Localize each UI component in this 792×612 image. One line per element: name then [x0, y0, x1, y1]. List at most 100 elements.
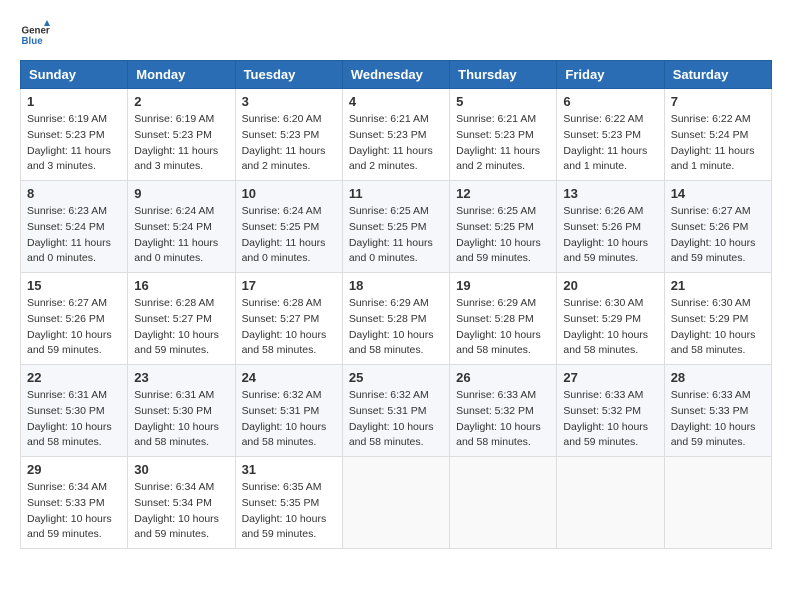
day-cell-31: 31 Sunrise: 6:35 AM Sunset: 5:35 PM Dayl… — [235, 457, 342, 549]
day-cell-23: 23 Sunrise: 6:31 AM Sunset: 5:30 PM Dayl… — [128, 365, 235, 457]
day-cell-11: 11 Sunrise: 6:25 AM Sunset: 5:25 PM Dayl… — [342, 181, 449, 273]
header-saturday: Saturday — [664, 61, 771, 89]
day-info: Sunrise: 6:21 AM Sunset: 5:23 PM Dayligh… — [349, 112, 443, 175]
day-number: 11 — [349, 186, 443, 201]
day-info: Sunrise: 6:25 AM Sunset: 5:25 PM Dayligh… — [456, 204, 550, 267]
day-number: 26 — [456, 370, 550, 385]
calendar-week-5: 29 Sunrise: 6:34 AM Sunset: 5:33 PM Dayl… — [21, 457, 772, 549]
day-number: 15 — [27, 278, 121, 293]
day-cell-22: 22 Sunrise: 6:31 AM Sunset: 5:30 PM Dayl… — [21, 365, 128, 457]
day-cell-20: 20 Sunrise: 6:30 AM Sunset: 5:29 PM Dayl… — [557, 273, 664, 365]
day-info: Sunrise: 6:34 AM Sunset: 5:33 PM Dayligh… — [27, 480, 121, 543]
header-monday: Monday — [128, 61, 235, 89]
day-info: Sunrise: 6:33 AM Sunset: 5:32 PM Dayligh… — [563, 388, 657, 451]
day-cell-7: 7 Sunrise: 6:22 AM Sunset: 5:24 PM Dayli… — [664, 89, 771, 181]
header-tuesday: Tuesday — [235, 61, 342, 89]
day-number: 10 — [242, 186, 336, 201]
day-number: 13 — [563, 186, 657, 201]
day-cell-9: 9 Sunrise: 6:24 AM Sunset: 5:24 PM Dayli… — [128, 181, 235, 273]
day-info: Sunrise: 6:32 AM Sunset: 5:31 PM Dayligh… — [242, 388, 336, 451]
day-number: 1 — [27, 94, 121, 109]
day-number: 18 — [349, 278, 443, 293]
day-number: 17 — [242, 278, 336, 293]
day-number: 4 — [349, 94, 443, 109]
day-info: Sunrise: 6:28 AM Sunset: 5:27 PM Dayligh… — [242, 296, 336, 359]
day-info: Sunrise: 6:29 AM Sunset: 5:28 PM Dayligh… — [349, 296, 443, 359]
day-cell-5: 5 Sunrise: 6:21 AM Sunset: 5:23 PM Dayli… — [450, 89, 557, 181]
day-number: 5 — [456, 94, 550, 109]
day-number: 22 — [27, 370, 121, 385]
day-info: Sunrise: 6:27 AM Sunset: 5:26 PM Dayligh… — [671, 204, 765, 267]
day-number: 16 — [134, 278, 228, 293]
empty-cell — [342, 457, 449, 549]
svg-text:General: General — [22, 26, 51, 37]
day-info: Sunrise: 6:22 AM Sunset: 5:23 PM Dayligh… — [563, 112, 657, 175]
calendar-week-4: 22 Sunrise: 6:31 AM Sunset: 5:30 PM Dayl… — [21, 365, 772, 457]
day-info: Sunrise: 6:30 AM Sunset: 5:29 PM Dayligh… — [563, 296, 657, 359]
day-cell-16: 16 Sunrise: 6:28 AM Sunset: 5:27 PM Dayl… — [128, 273, 235, 365]
day-info: Sunrise: 6:27 AM Sunset: 5:26 PM Dayligh… — [27, 296, 121, 359]
day-cell-14: 14 Sunrise: 6:27 AM Sunset: 5:26 PM Dayl… — [664, 181, 771, 273]
day-info: Sunrise: 6:30 AM Sunset: 5:29 PM Dayligh… — [671, 296, 765, 359]
day-cell-10: 10 Sunrise: 6:24 AM Sunset: 5:25 PM Dayl… — [235, 181, 342, 273]
day-cell-1: 1 Sunrise: 6:19 AM Sunset: 5:23 PM Dayli… — [21, 89, 128, 181]
calendar-header-row: SundayMondayTuesdayWednesdayThursdayFrid… — [21, 61, 772, 89]
day-number: 31 — [242, 462, 336, 477]
day-info: Sunrise: 6:22 AM Sunset: 5:24 PM Dayligh… — [671, 112, 765, 175]
day-number: 28 — [671, 370, 765, 385]
day-cell-27: 27 Sunrise: 6:33 AM Sunset: 5:32 PM Dayl… — [557, 365, 664, 457]
day-info: Sunrise: 6:19 AM Sunset: 5:23 PM Dayligh… — [134, 112, 228, 175]
day-info: Sunrise: 6:21 AM Sunset: 5:23 PM Dayligh… — [456, 112, 550, 175]
day-cell-24: 24 Sunrise: 6:32 AM Sunset: 5:31 PM Dayl… — [235, 365, 342, 457]
day-cell-15: 15 Sunrise: 6:27 AM Sunset: 5:26 PM Dayl… — [21, 273, 128, 365]
day-number: 3 — [242, 94, 336, 109]
day-cell-26: 26 Sunrise: 6:33 AM Sunset: 5:32 PM Dayl… — [450, 365, 557, 457]
day-number: 29 — [27, 462, 121, 477]
day-info: Sunrise: 6:23 AM Sunset: 5:24 PM Dayligh… — [27, 204, 121, 267]
day-number: 25 — [349, 370, 443, 385]
day-cell-18: 18 Sunrise: 6:29 AM Sunset: 5:28 PM Dayl… — [342, 273, 449, 365]
day-number: 12 — [456, 186, 550, 201]
day-info: Sunrise: 6:24 AM Sunset: 5:24 PM Dayligh… — [134, 204, 228, 267]
day-info: Sunrise: 6:20 AM Sunset: 5:23 PM Dayligh… — [242, 112, 336, 175]
logo: General Blue — [20, 20, 50, 50]
day-info: Sunrise: 6:33 AM Sunset: 5:33 PM Dayligh… — [671, 388, 765, 451]
day-info: Sunrise: 6:26 AM Sunset: 5:26 PM Dayligh… — [563, 204, 657, 267]
day-info: Sunrise: 6:31 AM Sunset: 5:30 PM Dayligh… — [27, 388, 121, 451]
day-number: 14 — [671, 186, 765, 201]
calendar-week-1: 1 Sunrise: 6:19 AM Sunset: 5:23 PM Dayli… — [21, 89, 772, 181]
day-number: 21 — [671, 278, 765, 293]
header-friday: Friday — [557, 61, 664, 89]
day-info: Sunrise: 6:34 AM Sunset: 5:34 PM Dayligh… — [134, 480, 228, 543]
day-info: Sunrise: 6:19 AM Sunset: 5:23 PM Dayligh… — [27, 112, 121, 175]
day-number: 24 — [242, 370, 336, 385]
day-cell-29: 29 Sunrise: 6:34 AM Sunset: 5:33 PM Dayl… — [21, 457, 128, 549]
day-number: 7 — [671, 94, 765, 109]
day-info: Sunrise: 6:24 AM Sunset: 5:25 PM Dayligh… — [242, 204, 336, 267]
day-number: 30 — [134, 462, 228, 477]
day-cell-3: 3 Sunrise: 6:20 AM Sunset: 5:23 PM Dayli… — [235, 89, 342, 181]
day-cell-17: 17 Sunrise: 6:28 AM Sunset: 5:27 PM Dayl… — [235, 273, 342, 365]
empty-cell — [664, 457, 771, 549]
calendar-week-2: 8 Sunrise: 6:23 AM Sunset: 5:24 PM Dayli… — [21, 181, 772, 273]
day-info: Sunrise: 6:29 AM Sunset: 5:28 PM Dayligh… — [456, 296, 550, 359]
day-number: 2 — [134, 94, 228, 109]
day-info: Sunrise: 6:28 AM Sunset: 5:27 PM Dayligh… — [134, 296, 228, 359]
day-info: Sunrise: 6:25 AM Sunset: 5:25 PM Dayligh… — [349, 204, 443, 267]
day-cell-13: 13 Sunrise: 6:26 AM Sunset: 5:26 PM Dayl… — [557, 181, 664, 273]
day-cell-25: 25 Sunrise: 6:32 AM Sunset: 5:31 PM Dayl… — [342, 365, 449, 457]
day-cell-4: 4 Sunrise: 6:21 AM Sunset: 5:23 PM Dayli… — [342, 89, 449, 181]
day-cell-6: 6 Sunrise: 6:22 AM Sunset: 5:23 PM Dayli… — [557, 89, 664, 181]
header-thursday: Thursday — [450, 61, 557, 89]
day-number: 9 — [134, 186, 228, 201]
day-number: 20 — [563, 278, 657, 293]
day-cell-30: 30 Sunrise: 6:34 AM Sunset: 5:34 PM Dayl… — [128, 457, 235, 549]
empty-cell — [450, 457, 557, 549]
logo-icon: General Blue — [20, 20, 50, 50]
day-cell-21: 21 Sunrise: 6:30 AM Sunset: 5:29 PM Dayl… — [664, 273, 771, 365]
svg-text:Blue: Blue — [22, 36, 44, 47]
day-info: Sunrise: 6:31 AM Sunset: 5:30 PM Dayligh… — [134, 388, 228, 451]
day-number: 27 — [563, 370, 657, 385]
header-wednesday: Wednesday — [342, 61, 449, 89]
day-cell-8: 8 Sunrise: 6:23 AM Sunset: 5:24 PM Dayli… — [21, 181, 128, 273]
